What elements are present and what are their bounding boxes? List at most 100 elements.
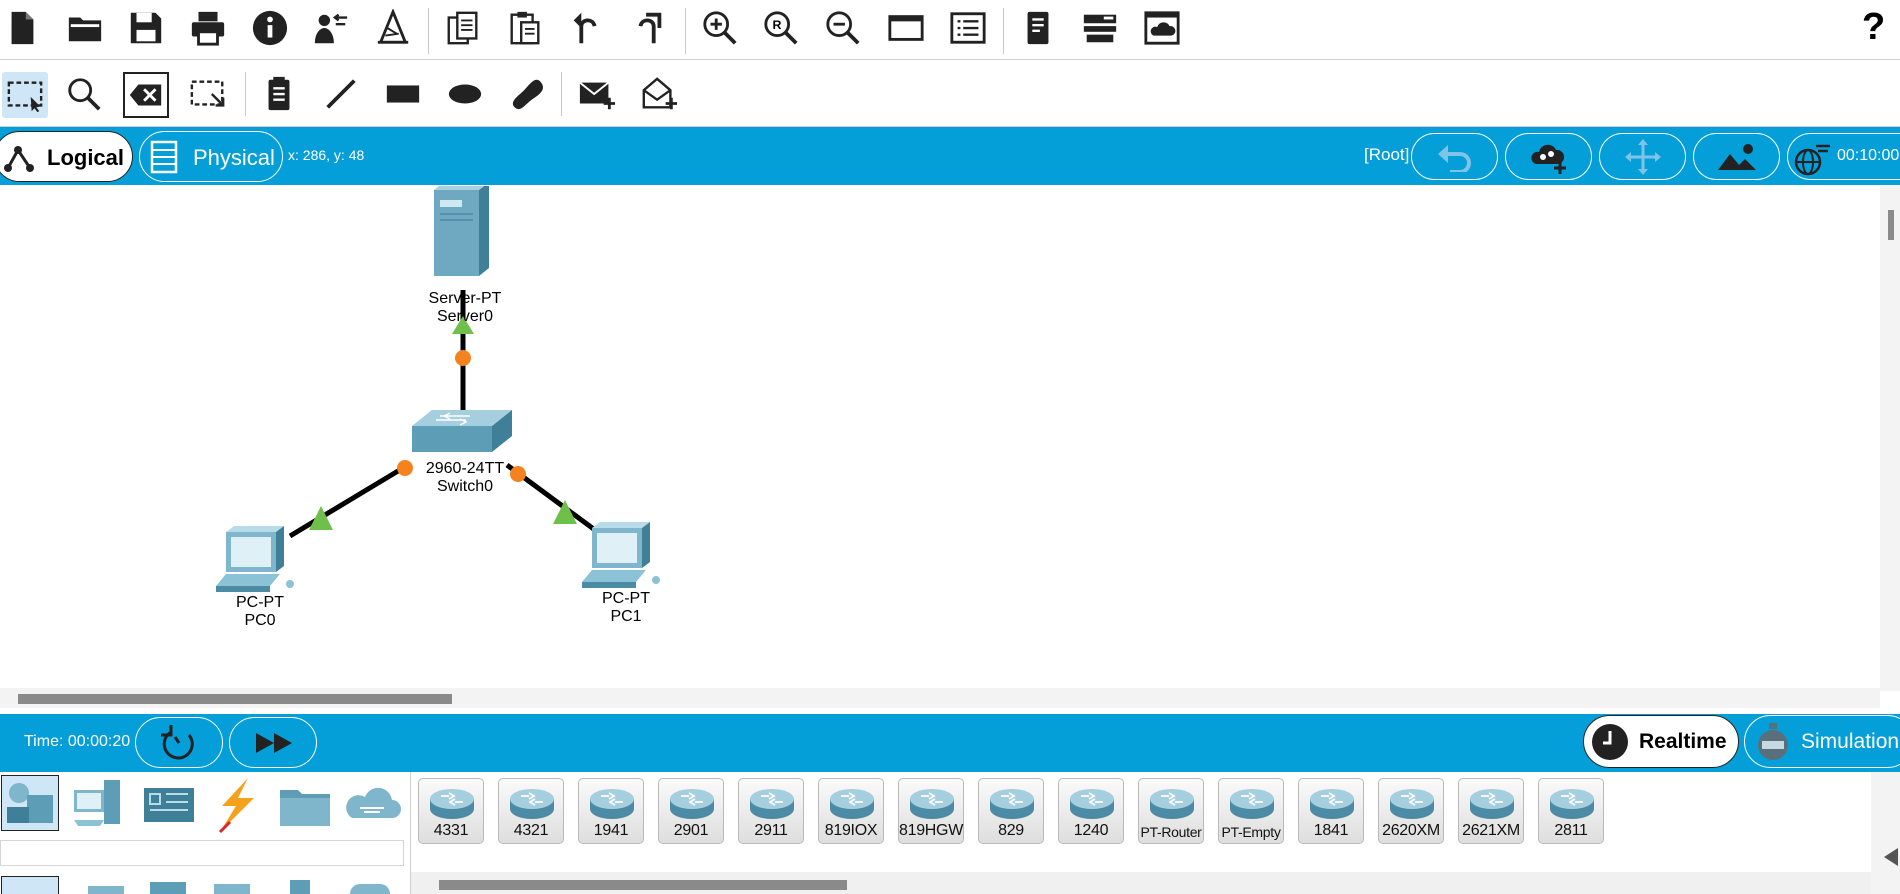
device-model-button[interactable]: 2811 bbox=[1538, 778, 1604, 844]
device-model-button[interactable]: PT-Router bbox=[1138, 778, 1204, 844]
device-model-button[interactable]: 2621XM bbox=[1458, 778, 1524, 844]
set-background-button[interactable] bbox=[1693, 133, 1780, 180]
device-model-button[interactable]: 2911 bbox=[738, 778, 804, 844]
palette-list-icon[interactable] bbox=[946, 6, 990, 50]
model-list-scrollbar[interactable] bbox=[411, 872, 1871, 894]
subcategory-switches[interactable] bbox=[88, 886, 124, 894]
subcategory-wireless[interactable] bbox=[214, 884, 250, 894]
router-icon bbox=[990, 789, 1034, 819]
window-icon[interactable] bbox=[884, 6, 928, 50]
cloud-window-icon[interactable] bbox=[1140, 6, 1184, 50]
fast-forward-button[interactable] bbox=[229, 717, 317, 768]
device-model-button[interactable]: 1240 bbox=[1058, 778, 1124, 844]
freeform-icon[interactable] bbox=[504, 72, 548, 116]
tab-physical[interactable]: Physical bbox=[139, 131, 283, 182]
draw-ellipse-icon[interactable] bbox=[443, 72, 487, 116]
router-icon bbox=[1390, 789, 1434, 819]
place-note-icon[interactable] bbox=[257, 72, 301, 116]
power-cycle-button[interactable] bbox=[135, 717, 223, 768]
realtime-mode-button[interactable]: Realtime bbox=[1583, 715, 1739, 768]
device-model-button[interactable]: 819HGW bbox=[898, 778, 964, 844]
draw-line-icon[interactable] bbox=[319, 72, 363, 116]
category-miscellaneous[interactable] bbox=[276, 778, 334, 832]
resize-shape-icon[interactable] bbox=[186, 72, 230, 116]
zoom-reset-icon[interactable]: R bbox=[759, 6, 803, 50]
undo-icon[interactable] bbox=[565, 6, 609, 50]
move-object-button[interactable] bbox=[1599, 133, 1686, 180]
activity-wizard-icon[interactable] bbox=[309, 6, 353, 50]
subcategory-routers[interactable] bbox=[1, 876, 59, 894]
simulation-label: Simulation bbox=[1801, 730, 1900, 753]
switch-model-label: 2960-24TT bbox=[425, 460, 505, 477]
vertical-scrollbar[interactable] bbox=[1880, 186, 1900, 691]
switch-device-icon[interactable] bbox=[410, 408, 516, 458]
switch-name-label: Switch0 bbox=[436, 478, 494, 495]
toolbar-divider bbox=[685, 8, 686, 54]
new-file-icon[interactable] bbox=[0, 6, 44, 50]
paste-icon[interactable] bbox=[503, 6, 547, 50]
copy-icon[interactable] bbox=[441, 6, 485, 50]
router-icon bbox=[830, 789, 874, 819]
redo-icon[interactable] bbox=[626, 6, 670, 50]
device-model-button[interactable]: 4321 bbox=[498, 778, 564, 844]
realtime-label: Realtime bbox=[1639, 730, 1727, 753]
horizontal-scroll-thumb[interactable] bbox=[18, 694, 452, 704]
logical-workspace-canvas[interactable]: Server-PT Server0 2960-24TT Switch0 PC-P… bbox=[0, 186, 1880, 691]
category-components[interactable] bbox=[140, 778, 200, 832]
help-button[interactable]: ? bbox=[1862, 6, 1885, 49]
draw-rectangle-icon[interactable] bbox=[381, 72, 425, 116]
router-icon bbox=[670, 789, 714, 819]
info-icon[interactable] bbox=[248, 6, 292, 50]
new-cluster-button[interactable] bbox=[1505, 133, 1592, 180]
add-complex-pdu-icon[interactable] bbox=[637, 72, 681, 116]
model-list-scroll-thumb[interactable] bbox=[439, 880, 847, 890]
device-model-button[interactable]: 819IOX bbox=[818, 778, 884, 844]
add-simple-pdu-icon[interactable] bbox=[575, 72, 619, 116]
device-model-button[interactable]: 1841 bbox=[1298, 778, 1364, 844]
back-level-button[interactable] bbox=[1411, 133, 1498, 180]
delete-icon[interactable] bbox=[123, 72, 169, 118]
vertical-scroll-thumb[interactable] bbox=[1888, 210, 1894, 240]
pc0-device-icon[interactable] bbox=[214, 522, 304, 598]
time-button[interactable]: 00:10:00 bbox=[1787, 133, 1900, 180]
router-icon bbox=[1310, 789, 1354, 819]
print-icon[interactable] bbox=[186, 6, 230, 50]
router-icon bbox=[1070, 789, 1114, 819]
collapse-panel-handle[interactable] bbox=[1871, 772, 1900, 894]
device-model-button[interactable]: PT-Empty bbox=[1218, 778, 1284, 844]
server-device-icon[interactable] bbox=[430, 186, 500, 290]
category-end-devices[interactable] bbox=[72, 776, 130, 832]
root-breadcrumb[interactable]: [Root] bbox=[1364, 145, 1409, 165]
tab-logical[interactable]: Logical bbox=[0, 131, 133, 182]
simulation-mode-button[interactable]: Simulation bbox=[1744, 715, 1900, 768]
pc1-device-icon[interactable] bbox=[580, 518, 670, 594]
category-network-devices[interactable] bbox=[1, 775, 59, 831]
device-model-button[interactable]: 4331 bbox=[418, 778, 484, 844]
device-rack-icon[interactable] bbox=[1078, 6, 1122, 50]
horizontal-scrollbar[interactable] bbox=[0, 688, 1880, 708]
link-switch-pc0[interactable] bbox=[288, 462, 410, 539]
subcategory-security[interactable] bbox=[290, 880, 310, 894]
device-model-button[interactable]: 1941 bbox=[578, 778, 644, 844]
notes-icon[interactable] bbox=[1016, 6, 1060, 50]
save-icon[interactable] bbox=[124, 6, 168, 50]
router-icon bbox=[430, 789, 474, 819]
subcategory-wan-emu[interactable] bbox=[350, 884, 390, 894]
subcategory-hubs[interactable] bbox=[150, 882, 186, 894]
pc1-model-label: PC-PT bbox=[602, 590, 650, 607]
pc1-name-label: PC1 bbox=[610, 608, 642, 625]
zoom-out-icon[interactable] bbox=[821, 6, 865, 50]
device-model-button[interactable]: 829 bbox=[978, 778, 1044, 844]
tab-logical-label: Logical bbox=[47, 145, 125, 170]
inspect-icon[interactable] bbox=[62, 72, 106, 116]
pc0-model-label: PC-PT bbox=[236, 594, 284, 611]
select-tool-icon[interactable] bbox=[2, 72, 48, 118]
open-folder-icon[interactable] bbox=[63, 6, 107, 50]
zoom-in-icon[interactable] bbox=[698, 6, 742, 50]
device-model-button[interactable]: 2620XM bbox=[1378, 778, 1444, 844]
category-multiuser[interactable] bbox=[342, 784, 402, 828]
device-model-button[interactable]: 2901 bbox=[658, 778, 724, 844]
category-connections[interactable] bbox=[208, 776, 264, 834]
device-category-panel bbox=[0, 772, 410, 894]
wizard-hat-icon[interactable] bbox=[371, 6, 415, 50]
